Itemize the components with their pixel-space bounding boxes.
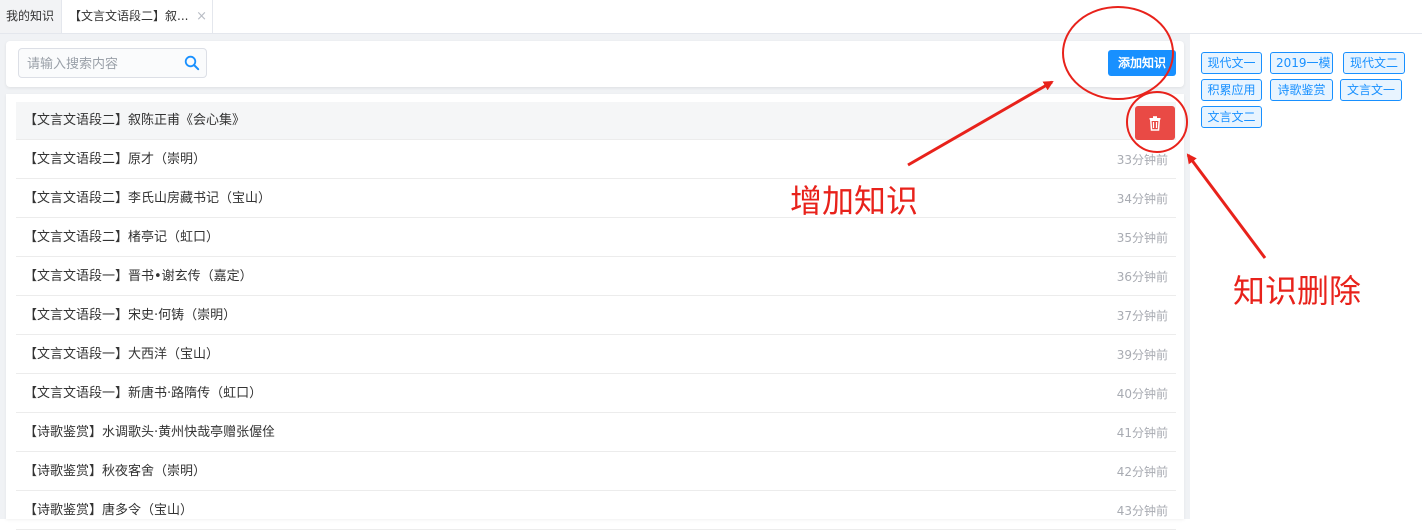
tag-item[interactable]: 文言文一: [1340, 79, 1402, 101]
list-item-time: 37分钟前: [1116, 309, 1168, 323]
list-item-title: 【诗歌鉴赏】秋夜客舍（崇明）: [24, 464, 207, 479]
annotation-delete-knowledge: 知识删除: [1233, 272, 1362, 310]
add-knowledge-button[interactable]: 添加知识: [1108, 50, 1176, 76]
list-item-title: 【文言文语段二】楮亭记（虹口）: [24, 230, 220, 245]
annotation-add-knowledge: 增加知识: [790, 182, 919, 220]
list-item[interactable]: 【文言文语段一】新唐书·路隋传（虹口） 40分钟前: [16, 375, 1176, 413]
list-item[interactable]: 【诗歌鉴赏】秋夜客舍（崇明） 42分钟前: [16, 453, 1176, 491]
list-item-time: 40分钟前: [1116, 387, 1168, 401]
tab-current-article[interactable]: 【文言文语段二】叙... ×: [63, 0, 213, 33]
list-item-time: 35分钟前: [1116, 231, 1168, 245]
list-item-time: 41分钟前: [1116, 426, 1168, 440]
list-item[interactable]: 【文言文语段二】楮亭记（虹口） 35分钟前: [16, 219, 1176, 257]
tab-my-knowledge[interactable]: 我的知识: [0, 0, 62, 33]
tag-item[interactable]: 诗歌鉴赏: [1270, 79, 1333, 101]
list-item-title: 【诗歌鉴赏】唐多令（宝山）: [24, 503, 194, 518]
list-item-time: 39分钟前: [1116, 348, 1168, 362]
tag-item[interactable]: 现代文一: [1201, 52, 1262, 74]
list-item[interactable]: 【文言文语段一】宋史·何铸（崇明） 37分钟前: [16, 297, 1176, 335]
tag-item[interactable]: 现代文二: [1343, 52, 1405, 74]
list-item-time: 33分钟前: [1116, 153, 1168, 167]
list-item[interactable]: 【文言文语段一】大西洋（宝山） 39分钟前: [16, 336, 1176, 374]
list-item[interactable]: 【文言文语段二】原才（崇明） 33分钟前: [16, 141, 1176, 179]
list-item-title: 【文言文语段一】晋书•谢玄传（嘉定）: [24, 269, 253, 284]
tag-item[interactable]: 2019一模: [1270, 52, 1333, 74]
list-item[interactable]: 【文言文语段二】叙陈正甫《会心集》: [16, 102, 1176, 140]
list-item[interactable]: 【诗歌鉴赏】唐多令（宝山） 43分钟前: [16, 492, 1176, 530]
trash-icon: [1149, 116, 1161, 131]
list-item-title: 【文言文语段一】大西洋（宝山）: [24, 347, 220, 362]
list-item-title: 【文言文语段二】叙陈正甫《会心集》: [24, 113, 246, 128]
list-item-time: 36分钟前: [1116, 270, 1168, 284]
tag-item[interactable]: 积累应用: [1201, 79, 1262, 101]
arrow-delete: [1186, 153, 1267, 259]
list-item-title: 【文言文语段二】李氏山房藏书记（宝山）: [24, 191, 272, 206]
list-item[interactable]: 【文言文语段一】晋书•谢玄传（嘉定） 36分钟前: [16, 258, 1176, 296]
list-item-title: 【文言文语段二】原才（崇明）: [24, 152, 207, 167]
list-item-title: 【文言文语段一】宋史·何铸（崇明）: [24, 308, 237, 323]
list-item[interactable]: 【诗歌鉴赏】水调歌头·黄州快哉亭赠张偓佺 41分钟前: [16, 414, 1176, 452]
delete-button[interactable]: [1135, 106, 1175, 140]
list-item-title: 【文言文语段一】新唐书·路隋传（虹口）: [24, 386, 263, 401]
tab-bar: 我的知识 【文言文语段二】叙... ×: [0, 0, 1422, 34]
tab-label: 【文言文语段二】叙...: [69, 9, 189, 23]
search-input[interactable]: [25, 54, 179, 74]
list-item-time: 43分钟前: [1116, 504, 1168, 518]
tag-item[interactable]: 文言文二: [1201, 106, 1262, 128]
search-icon[interactable]: [184, 55, 200, 71]
list-item[interactable]: 【文言文语段二】李氏山房藏书记（宝山） 34分钟前: [16, 180, 1176, 218]
list-item-time: 34分钟前: [1116, 192, 1168, 206]
list-item-time: 42分钟前: [1116, 465, 1168, 479]
search-field[interactable]: [18, 48, 207, 78]
list-item-title: 【诗歌鉴赏】水调歌头·黄州快哉亭赠张偓佺: [24, 425, 276, 440]
close-icon[interactable]: ×: [196, 0, 207, 33]
